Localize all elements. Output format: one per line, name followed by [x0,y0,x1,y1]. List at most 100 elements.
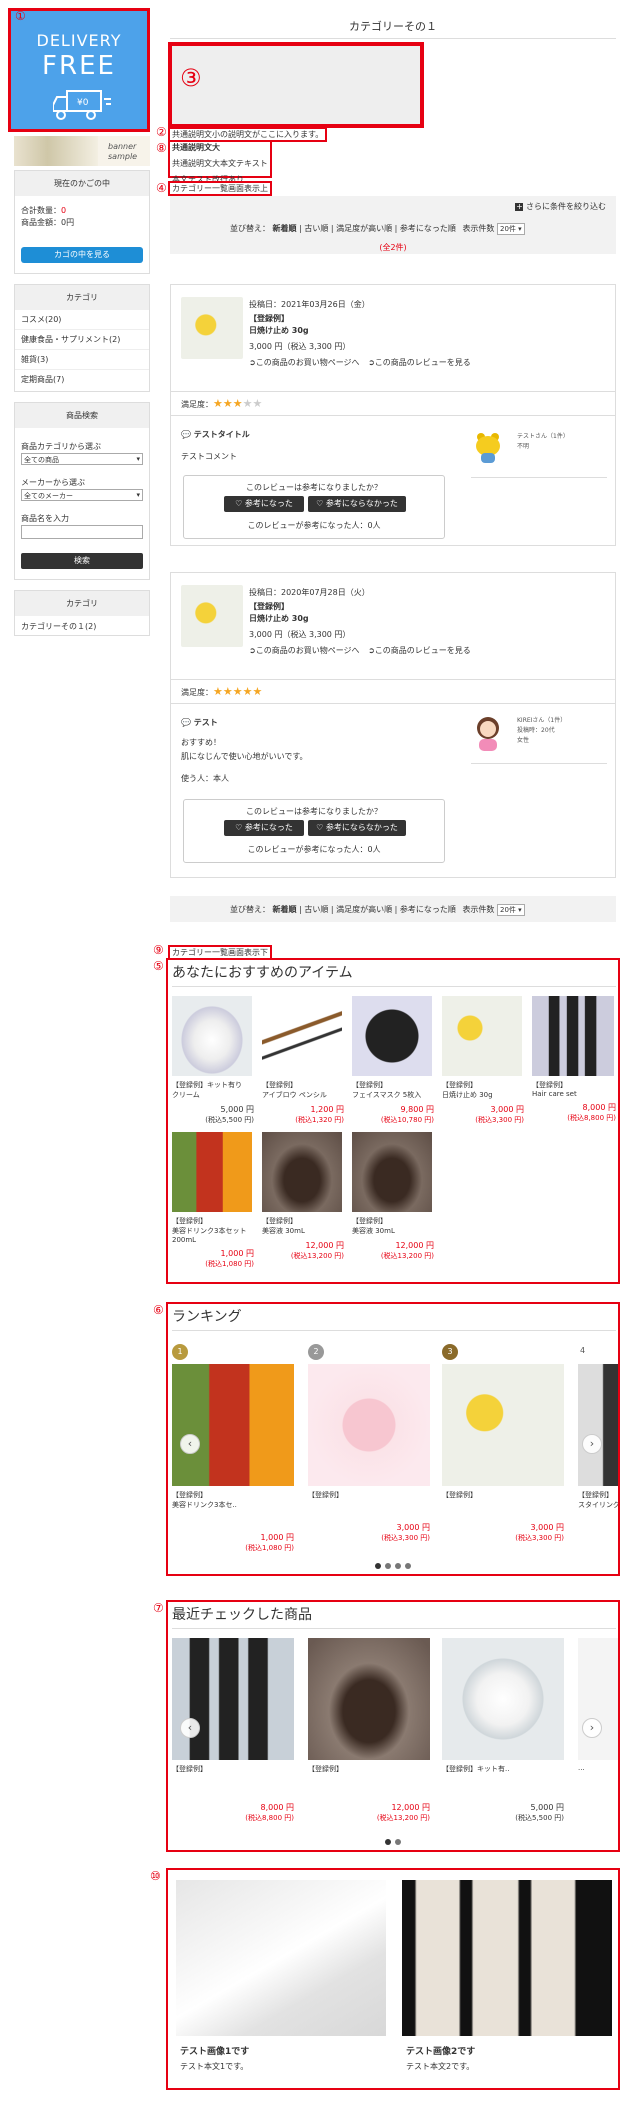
category-item[interactable]: コスメ(20) [15,310,149,330]
category-item[interactable]: 健康食品・サプリメント(2) [15,330,149,350]
recommend-section: あなたにおすすめのアイテム 【登録例】キット有り クリーム 5,000 円 (税… [166,958,620,1284]
review-date: 投稿日：2020年07月28日（火） [249,588,370,597]
category-item[interactable]: 雑貨(3) [15,350,149,370]
category2-item[interactable]: カテゴリーその１(2) [15,616,149,637]
ranking-card[interactable]: 【登録例】 3,000 円 (税込3,300 円) [442,1364,564,1543]
filter-more-link[interactable]: + さらに条件を絞り込む [515,201,606,212]
carousel-dot[interactable] [375,1563,381,1569]
product-tax-price: (税込13,200 円) [380,1252,434,1260]
bottom-banner[interactable]: テスト画像1です テスト本文1です。 [176,1880,386,2072]
sunscreen-image [442,996,522,1076]
carousel-prev-button[interactable]: ‹ [180,1718,200,1738]
review-product-tag: 【登録例】 [249,314,289,323]
ranking-card[interactable]: 【登録例】 美容ドリンク3本セ.. 1,000 円 (税込1,080 円) [172,1364,294,1553]
sort-option-helpful[interactable]: 参考になった順 [400,905,456,914]
review-divider [171,679,615,680]
carousel-dot[interactable] [395,1563,401,1569]
cart-amount-row: 商品金額：0円 [21,217,74,228]
carousel-next-button[interactable]: › [582,1718,602,1738]
search-name-input[interactable] [21,525,143,539]
count-label: 表示件数 [462,224,495,233]
drink-set-image [172,1132,252,1212]
recent-card[interactable]: ... [578,1638,618,1772]
rank-badge: 1 [172,1344,188,1360]
sunscreen-image [442,1364,564,1486]
recent-card[interactable]: 【登録例】 12,000 円 (税込13,200 円) [308,1638,430,1823]
cart-count-row: 合計数量：0 [21,205,66,216]
serum-bottle-image [352,1132,432,1212]
category-item[interactable]: 定期商品(7) [15,370,149,389]
carousel-dot[interactable] [385,1839,391,1845]
serum-bottle-image [262,1132,342,1212]
product-price: 12,000 円 [395,1241,434,1250]
shop-page-link[interactable]: この商品のお買い物ページへ [256,646,360,655]
carousel-prev-button[interactable]: ‹ [180,1434,200,1454]
sort-option-newest[interactable]: 新着順 [273,224,297,233]
review-product-name[interactable]: 日焼け止め 30g [249,613,309,624]
title-divider [170,38,616,39]
ranking-card[interactable]: 【登録例】 3,000 円 (税込3,300 円) [308,1364,430,1543]
product-card[interactable]: 【登録例】 アイブロウ ペンシル 1,200 円 (税込1,320 円) [262,996,344,1125]
sunscreen-product-image[interactable] [181,297,243,359]
product-name-2: 美容ドリンク3本セット 200mL [172,1227,247,1244]
review-divider [171,703,615,704]
reviewer-name: KIREIさん（1件） [517,717,567,724]
product-tax-price: (税込3,300 円) [381,1534,430,1542]
review-comment-3: 使う人：本人 [181,774,229,783]
helpful-no-button[interactable]: ♡ 参考にならなかった [308,496,406,512]
carousel-dots [168,1562,618,1571]
helpful-count-value: 0人 [367,845,381,854]
sort-option-oldest[interactable]: 古い順 [304,224,328,233]
shop-page-link[interactable]: この商品のお買い物ページへ [256,358,360,367]
helpful-box: このレビューは参考になりましたか？ ♡ 参考になった ♡ 参考にならなかった こ… [183,475,445,539]
delivery-free-banner[interactable]: DELIVERY FREE ¥0 [8,8,150,132]
rank-badge: 4 [580,1346,586,1355]
annotation-6: ⑥ [153,1303,164,1317]
product-price: 3,000 円 [490,1105,524,1114]
count-select[interactable]: 20件 ▾ [496,223,525,235]
product-card[interactable]: 【登録例】 美容液 30mL 12,000 円 (税込13,200 円) [352,1132,434,1261]
review-list-link[interactable]: この商品のレビューを見る [375,358,471,367]
product-name-2: アイブロウ ペンシル [262,1091,327,1099]
serum-bottle-image [308,1638,430,1760]
banner-sample[interactable]: banner sample [14,136,150,166]
bottom-banner[interactable]: テスト画像2です テスト本文2です。 [402,1880,612,2072]
carousel-dot[interactable] [405,1563,411,1569]
sort-option-rating[interactable]: 満足度が高い順 [336,224,392,233]
sort-option-oldest[interactable]: 古い順 [304,905,328,914]
product-card[interactable]: 【登録例】キット有り クリーム 5,000 円 (税込5,500 円) [172,996,254,1125]
product-card[interactable]: 【登録例】 Hair care set 8,000 円 (税込8,800 円) [532,996,616,1123]
count-select[interactable]: 20件 ▾ [496,904,525,916]
carousel-next-button[interactable]: › [582,1434,602,1454]
arrow-circle-icon: ➲ [249,646,256,655]
sort-option-newest[interactable]: 新着順 [273,905,297,914]
review-product-name[interactable]: 日焼け止め 30g [249,325,309,336]
rank-badge: 2 [308,1344,324,1360]
helpful-yes-button[interactable]: ♡ 参考になった [224,496,304,512]
helpful-no-button[interactable]: ♡ 参考にならなかった [308,820,406,836]
recent-card[interactable]: 【登録例】キット有.. 5,000 円 (税込5,500 円) [442,1638,564,1823]
helpful-yes-button[interactable]: ♡ 参考になった [224,820,304,836]
product-card[interactable]: 【登録例】 日焼け止め 30g 3,000 円 (税込3,300 円) [442,996,524,1125]
review-list-link[interactable]: この商品のレビューを見る [375,646,471,655]
product-price: 12,000 円 [391,1803,430,1812]
product-price: 9,800 円 [400,1105,434,1114]
search-category-select[interactable]: 全ての商品 ▾ [21,453,143,465]
carousel-dot[interactable] [385,1563,391,1569]
product-card[interactable]: 【登録例】 美容ドリンク3本セット 200mL 1,000 円 (税込1,080… [172,1132,254,1269]
search-maker-label: メーカーから選ぶ [21,478,85,487]
search-title: 商品検索 [15,403,149,428]
search-button[interactable]: 検索 [21,553,143,569]
product-card[interactable]: 【登録例】 フェイスマスク 5枚入 9,800 円 (税込10,780 円) [352,996,434,1125]
view-cart-button[interactable]: カゴの中を見る [21,247,143,263]
product-card[interactable]: 【登録例】 美容液 30mL 12,000 円 (税込13,200 円) [262,1132,344,1261]
sort-option-rating[interactable]: 満足度が高い順 [336,905,392,914]
cream-jar-image [172,996,252,1076]
cart-amount: 0円 [61,218,75,227]
carousel-dot[interactable] [395,1839,401,1845]
sunscreen-product-image[interactable] [181,585,243,647]
search-maker-value: 全てのメーカー [24,492,73,500]
product-name: 【登録例】 [442,1491,477,1499]
search-maker-select[interactable]: 全てのメーカー ▾ [21,489,143,501]
sort-option-helpful[interactable]: 参考になった順 [400,224,456,233]
